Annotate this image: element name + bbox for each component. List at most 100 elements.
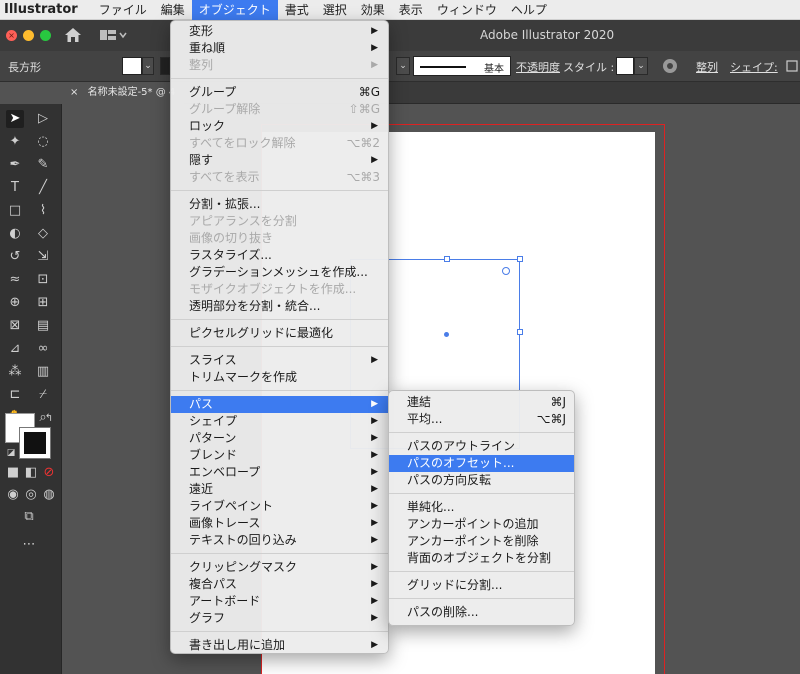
corner-radius-widget[interactable] [502,267,510,275]
draw-normal-icon[interactable]: ◉ [4,486,22,504]
menu-file[interactable]: ファイル [92,0,154,20]
bounding-handle[interactable] [517,256,523,262]
line-tool-icon[interactable]: ╱ [34,179,52,197]
symbol-sprayer-tool-icon[interactable]: ⁂ [6,363,24,381]
edit-toolbar-icon[interactable]: ⋯ [20,536,38,554]
shape-builder-tool-icon[interactable]: ⊕ [6,294,24,312]
scale-tool-icon[interactable]: ⇲ [34,248,52,266]
app-menu-illustrator[interactable]: Illustrator [0,0,92,20]
slice-tool-icon[interactable]: ⌿ [34,386,52,404]
menu-item[interactable]: 重ね順 ▶ [171,40,388,57]
menu-item[interactable]: パス ▶ [171,396,388,413]
menu-item[interactable]: アンカーポイントの追加 [389,516,574,533]
direct-selection-tool-icon[interactable]: ▷ [34,110,52,128]
menu-item[interactable]: アートボード ▶ [171,593,388,610]
menu-item[interactable]: 背面のオブジェクトを分割 [389,550,574,567]
bounding-handle[interactable] [517,329,523,335]
swap-fill-stroke-icon[interactable]: ↰ [40,410,58,428]
pen-tool-icon[interactable]: ✒ [6,156,24,174]
color-mode-icon[interactable]: ■ [4,464,22,482]
magic-wand-tool-icon[interactable]: ✦ [6,133,24,151]
selection-tool-icon[interactable]: ➤ [6,110,24,128]
menu-item[interactable]: ラスタライズ... [171,247,388,264]
tab-close-icon[interactable]: × [70,87,78,98]
eraser-tool-icon[interactable]: ◇ [34,225,52,243]
rotate-tool-icon[interactable]: ↺ [6,248,24,266]
width-tool-icon[interactable]: ≈ [6,271,24,289]
menu-item[interactable]: ライブペイント ▶ [171,498,388,515]
default-fill-stroke-icon[interactable]: ◪ [2,444,20,462]
menu-item[interactable]: 画像トレース ▶ [171,515,388,532]
menu-item[interactable]: グラデーションメッシュを作成... [171,264,388,281]
menu-effect[interactable]: 効果 [354,0,392,20]
shaper-tool-icon[interactable]: ◐ [6,225,24,243]
menu-item[interactable]: ロック ▶ [171,118,388,135]
menu-item[interactable]: 遠近 ▶ [171,481,388,498]
draw-behind-icon[interactable]: ◎ [22,486,40,504]
bounding-handle[interactable] [444,256,450,262]
menu-edit[interactable]: 編集 [154,0,192,20]
menu-window[interactable]: ウィンドウ [430,0,504,20]
workspace-switcher-icon[interactable] [100,29,128,41]
mesh-tool-icon[interactable]: ⊠ [6,317,24,335]
recolor-artwork-icon[interactable] [662,58,678,74]
menu-item[interactable]: ピクセルグリッドに最適化 [171,325,388,342]
menu-item[interactable]: 書き出し用に追加 ▶ [171,637,388,654]
menu-item[interactable]: パスの削除... [389,604,574,621]
menu-item[interactable]: クリッピングマスク ▶ [171,559,388,576]
gradient-mode-icon[interactable]: ◧ [22,464,40,482]
menu-select[interactable]: 選択 [316,0,354,20]
document-tab[interactable]: × 名称未設定-5* @ 4 [64,82,184,104]
blend-tool-icon[interactable]: ∞ [34,340,52,358]
menu-item[interactable]: シェイプ ▶ [171,413,388,430]
menu-item[interactable]: 連結 ⌘J [389,394,574,411]
menu-help[interactable]: ヘルプ [504,0,554,20]
menu-type[interactable]: 書式 [278,0,316,20]
menu-item[interactable]: パスの方向反転 [389,472,574,489]
menu-item[interactable]: スライス ▶ [171,352,388,369]
menu-item[interactable]: テキストの回り込み ▶ [171,532,388,549]
free-transform-tool-icon[interactable]: ⊡ [34,271,52,289]
menu-item[interactable]: 単純化... [389,499,574,516]
stroke-profile-dropdown[interactable]: 基本 [413,56,511,76]
window-maximize-button[interactable] [40,30,51,41]
menu-item[interactable]: トリムマークを作成 [171,369,388,386]
menu-item[interactable]: 透明部分を分割・統合... [171,298,388,315]
screen-mode-icon[interactable]: ⧉ [20,508,38,526]
lasso-tool-icon[interactable]: ◌ [34,133,52,151]
window-minimize-button[interactable] [23,30,34,41]
column-graph-tool-icon[interactable]: ▥ [34,363,52,381]
menu-view[interactable]: 表示 [392,0,430,20]
menu-item[interactable]: パスのオフセット... [389,455,574,472]
gradient-tool-icon[interactable]: ▤ [34,317,52,335]
stroke-color-swatch[interactable] [160,57,170,75]
curvature-tool-icon[interactable]: ✎ [34,156,52,174]
menu-item[interactable]: 隠す ▶ [171,152,388,169]
shape-properties-icon[interactable] [786,60,798,72]
fill-dropdown-chevron-icon[interactable]: ⌄ [142,57,154,75]
perspective-grid-tool-icon[interactable]: ⊞ [34,294,52,312]
menu-item[interactable]: エンベロープ ▶ [171,464,388,481]
menu-item[interactable]: 分割・拡張... [171,196,388,213]
stroke-color-box[interactable] [20,428,50,458]
none-mode-icon[interactable]: ⊘ [40,464,58,482]
menu-item[interactable]: グリッドに分割... [389,577,574,594]
align-link[interactable]: 整列 [696,59,718,75]
menu-object[interactable]: オブジェクト [191,0,278,20]
opacity-link[interactable]: 不透明度 [516,59,560,75]
menu-item[interactable]: 複合パス ▶ [171,576,388,593]
menu-item[interactable]: 平均... ⌥⌘J [389,411,574,428]
fill-color-swatch[interactable] [122,57,142,75]
menu-item[interactable]: パターン ▶ [171,430,388,447]
paintbrush-tool-icon[interactable]: ⌇ [34,202,52,220]
menu-item[interactable]: アンカーポイントを削除 [389,533,574,550]
eyedropper-tool-icon[interactable]: ⊿ [6,340,24,358]
home-icon[interactable] [64,27,82,43]
stroke-weight-chevron-icon[interactable]: ⌄ [396,57,410,75]
menu-item[interactable]: ブレンド ▶ [171,447,388,464]
menu-item[interactable]: 変形 ▶ [171,23,388,40]
type-tool-icon[interactable]: T [6,179,24,197]
style-chevron-icon[interactable]: ⌄ [634,57,648,75]
window-close-button[interactable]: × [6,30,17,41]
menu-item[interactable]: グラフ ▶ [171,610,388,627]
